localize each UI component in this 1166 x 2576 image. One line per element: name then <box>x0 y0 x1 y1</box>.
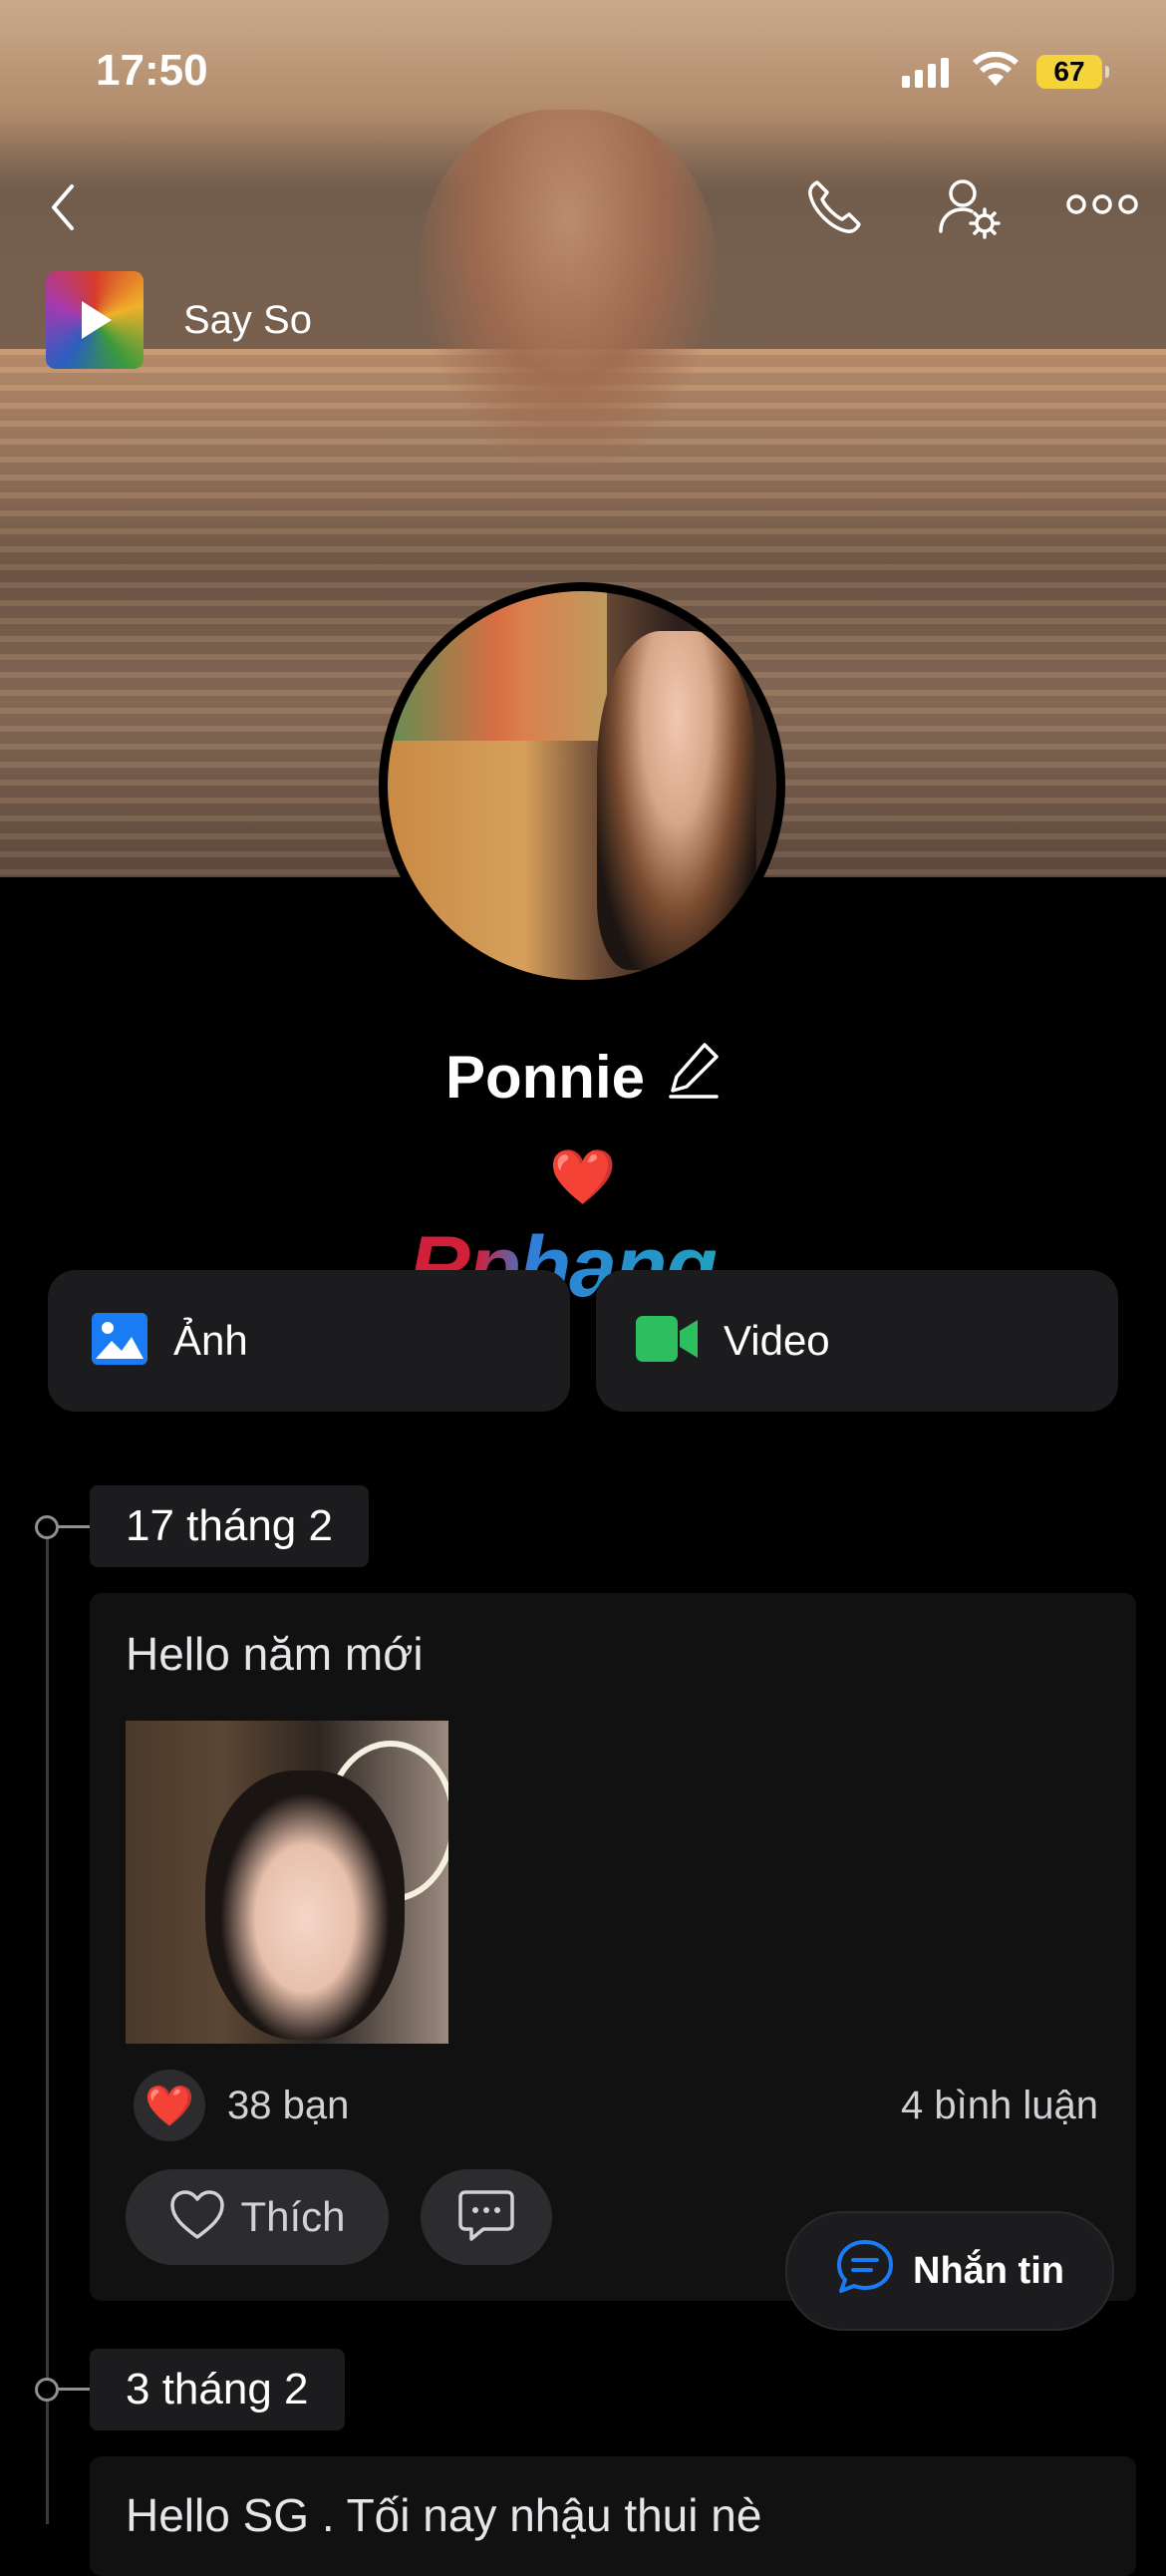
post-photo-person <box>205 1771 405 2040</box>
back-icon[interactable] <box>40 179 86 235</box>
timeline-dot <box>35 2378 59 2402</box>
videos-tile[interactable]: Video <box>596 1270 1118 1412</box>
like-button[interactable]: Thích <box>126 2169 389 2265</box>
profile-settings-icon[interactable] <box>937 175 1003 241</box>
profile-name-row: Ponnie <box>0 1041 1166 1113</box>
video-icon <box>636 1315 698 1367</box>
music-title: Say So <box>183 297 312 342</box>
status-bar: 17:50 67 <box>0 0 1166 150</box>
wifi-icon <box>972 51 1020 93</box>
avatar-photo <box>388 591 776 980</box>
timeline-date: 3 tháng 2 <box>90 2349 345 2430</box>
status-time: 17:50 <box>96 46 208 95</box>
cover-person <box>419 110 718 469</box>
avatar-photo-background <box>388 591 607 741</box>
profile-name: Ponnie <box>444 1043 645 1111</box>
comment-button[interactable] <box>421 2169 552 2265</box>
image-icon <box>92 1312 147 1370</box>
edit-name-icon[interactable] <box>667 1041 721 1113</box>
timeline-connector <box>58 2388 92 2391</box>
reaction-summary[interactable]: ❤️ 38 bạn <box>134 2070 349 2141</box>
like-button-label: Thích <box>240 2193 346 2240</box>
heart-reaction-icon: ❤️ <box>134 2070 205 2141</box>
battery-level: 67 <box>1053 56 1085 87</box>
timeline-date: 17 tháng 2 <box>90 1485 369 1567</box>
profile-music[interactable]: Say So <box>46 271 312 369</box>
post-card[interactable]: Hello năm mới ❤️ 38 bạn 4 bình luận Thíc… <box>90 1593 1136 2301</box>
music-album-art <box>46 271 144 369</box>
post-photo[interactable] <box>126 1721 448 2044</box>
timeline-dot <box>35 1515 59 1539</box>
comment-count[interactable]: 4 bình luận <box>901 2084 1098 2128</box>
timeline-line <box>46 1525 49 2524</box>
photos-tile[interactable]: Ảnh <box>48 1270 570 1412</box>
post-text: Hello SG . Tối nay nhậu thui nè <box>126 2489 762 2541</box>
avatar-photo-person <box>597 631 756 970</box>
more-options-icon[interactable] <box>1066 189 1138 219</box>
post-text: Hello năm mới <box>126 1628 424 1680</box>
videos-tile-label: Video <box>724 1317 830 1364</box>
phone-call-icon[interactable] <box>802 175 866 239</box>
reaction-count: 38 bạn <box>227 2083 350 2127</box>
avatar[interactable] <box>379 582 785 989</box>
photos-tile-label: Ảnh <box>173 1317 248 1364</box>
comment-icon <box>457 2188 515 2247</box>
play-icon <box>82 301 112 339</box>
profile-bio: ❤️ <box>549 1147 617 1207</box>
message-button-label: Nhắn tin <box>913 2249 1064 2292</box>
battery-icon: 67 <box>1036 55 1109 89</box>
chat-bubble-icon <box>835 2238 895 2304</box>
post-card[interactable]: Hello SG . Tối nay nhậu thui nè <box>90 2456 1136 2576</box>
timeline-connector <box>58 1525 92 1528</box>
message-button[interactable]: Nhắn tin <box>785 2211 1114 2331</box>
heart-outline-icon <box>168 2189 226 2246</box>
cellular-signal-icon <box>902 58 949 88</box>
